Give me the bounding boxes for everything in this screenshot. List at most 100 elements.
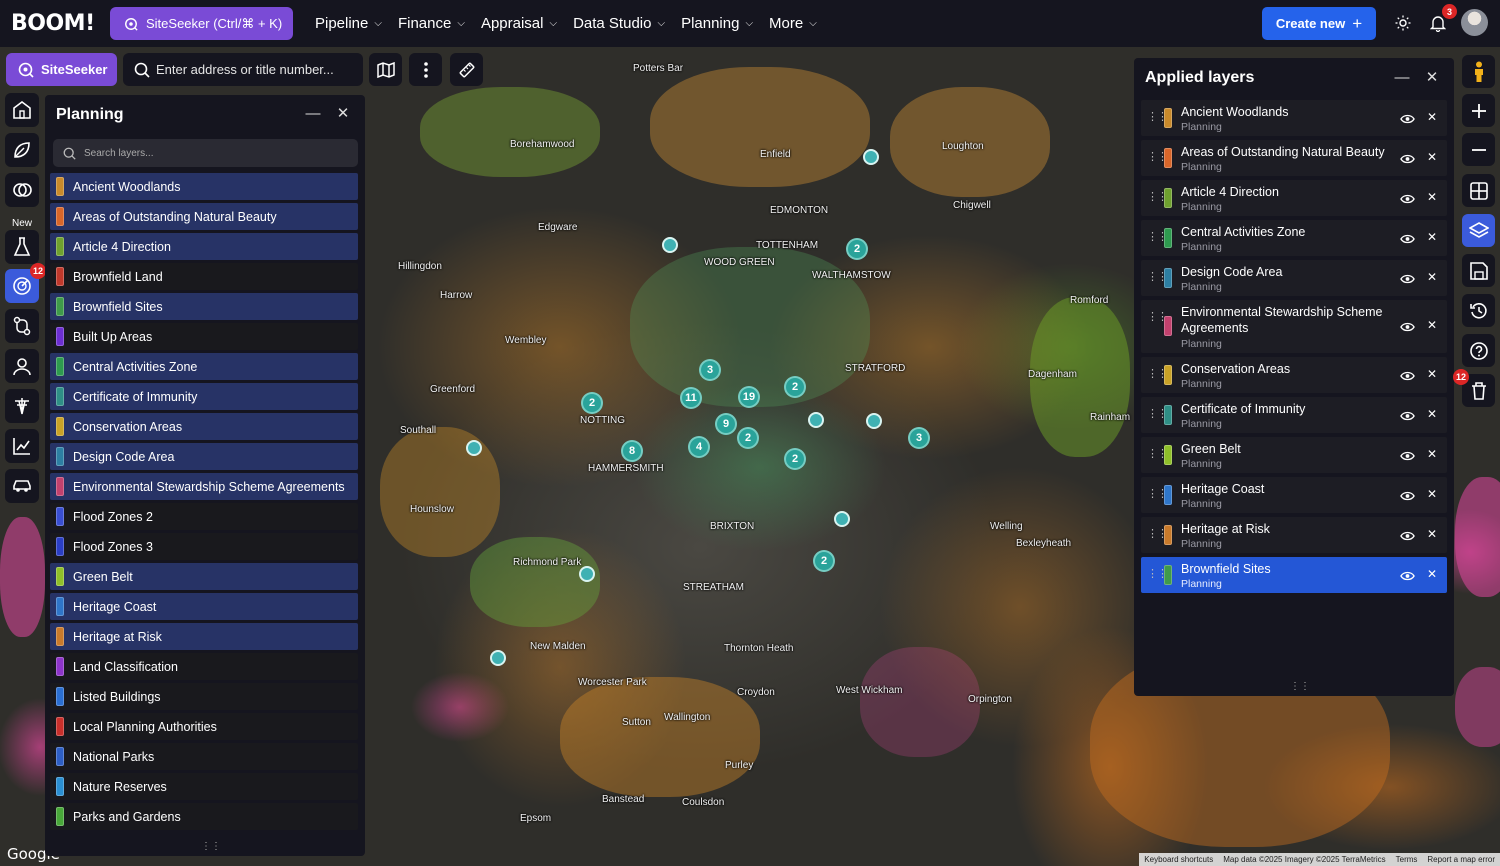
layer-row[interactable]: Land Classification <box>50 653 358 680</box>
applied-layer-row[interactable]: ⋮⋮ Green Belt Planning ✕ <box>1141 437 1447 473</box>
remove-layer-icon[interactable]: ✕ <box>1427 487 1437 501</box>
map-cluster-marker[interactable]: 9 <box>715 413 737 435</box>
report-map-error-link[interactable]: Report a map error <box>1422 855 1500 864</box>
rail-land-button[interactable] <box>5 133 39 167</box>
layer-row[interactable]: Built Up Areas <box>50 323 358 350</box>
layer-row[interactable]: Brownfield Land <box>50 263 358 290</box>
rail-transport-button[interactable] <box>5 469 39 503</box>
keyboard-shortcuts-link[interactable]: Keyboard shortcuts <box>1139 855 1218 864</box>
eye-icon[interactable] <box>1400 488 1415 506</box>
applied-layer-row[interactable]: ⋮⋮ Certificate of Immunity Planning ✕ <box>1141 397 1447 433</box>
eye-icon[interactable] <box>1400 191 1415 209</box>
eye-icon[interactable] <box>1400 528 1415 546</box>
map-pin-marker[interactable] <box>834 511 850 527</box>
layer-row[interactable]: Green Belt <box>50 563 358 590</box>
map-cluster-marker[interactable]: 4 <box>688 436 710 458</box>
applied-layer-row[interactable]: ⋮⋮ Article 4 Direction Planning ✕ <box>1141 180 1447 216</box>
close-icon[interactable]: ✕ <box>335 105 351 122</box>
zoom-in-button[interactable] <box>1462 94 1495 127</box>
layer-row[interactable]: Listed Buildings <box>50 683 358 710</box>
layer-row[interactable]: Heritage at Risk <box>50 623 358 650</box>
map-pin-marker[interactable] <box>579 566 595 582</box>
history-button[interactable] <box>1462 294 1495 327</box>
map-cluster-marker[interactable]: 2 <box>784 376 806 398</box>
layer-row[interactable]: Local Planning Authorities <box>50 713 358 740</box>
nav-appraisal[interactable]: Appraisal ⌵ <box>481 15 557 32</box>
applied-layer-row[interactable]: ⋮⋮ Heritage Coast Planning ✕ <box>1141 477 1447 513</box>
theme-toggle-sun-icon[interactable] <box>1392 12 1414 34</box>
rail-property-button[interactable] <box>5 93 39 127</box>
remove-layer-icon[interactable]: ✕ <box>1427 110 1437 124</box>
map-pin-marker[interactable] <box>863 149 879 165</box>
applied-layer-row[interactable]: ⋮⋮ Central Activities Zone Planning ✕ <box>1141 220 1447 256</box>
remove-layer-icon[interactable]: ✕ <box>1427 318 1437 332</box>
minimize-icon[interactable]: — <box>1394 69 1410 86</box>
map-pin-marker[interactable] <box>662 237 678 253</box>
map-cluster-marker[interactable]: 19 <box>738 386 760 408</box>
map-cluster-marker[interactable]: 3 <box>699 359 721 381</box>
map-pin-marker[interactable] <box>808 412 824 428</box>
layer-row[interactable]: Flood Zones 2 <box>50 503 358 530</box>
applied-layer-row[interactable]: ⋮⋮ Environmental Stewardship Scheme Agree… <box>1141 300 1447 353</box>
save-button[interactable] <box>1462 254 1495 287</box>
layer-row[interactable]: Design Code Area <box>50 443 358 470</box>
layer-row[interactable]: Flood Zones 3 <box>50 533 358 560</box>
eye-icon[interactable] <box>1400 319 1415 337</box>
minimize-icon[interactable]: — <box>305 105 321 122</box>
remove-layer-icon[interactable]: ✕ <box>1427 447 1437 461</box>
nav-finance[interactable]: Finance ⌵ <box>398 15 465 32</box>
zoom-out-button[interactable] <box>1462 133 1495 166</box>
resize-handle-icon[interactable]: ⋮⋮ <box>1290 681 1310 692</box>
eye-icon[interactable] <box>1400 448 1415 466</box>
eye-icon[interactable] <box>1400 408 1415 426</box>
layer-row[interactable]: Heritage Coast <box>50 593 358 620</box>
applied-layer-row[interactable]: ⋮⋮ Conservation Areas Planning ✕ <box>1141 357 1447 393</box>
applied-layer-row[interactable]: ⋮⋮ Ancient Woodlands Planning ✕ <box>1141 100 1447 136</box>
street-view-button[interactable] <box>1462 55 1495 88</box>
rail-analytics-button[interactable] <box>5 429 39 463</box>
map-cluster-marker[interactable]: 8 <box>621 440 643 462</box>
remove-layer-icon[interactable]: ✕ <box>1427 230 1437 244</box>
layer-row[interactable]: Environmental Stewardship Scheme Agreeme… <box>50 473 358 500</box>
map-cluster-marker[interactable]: 2 <box>581 392 603 414</box>
rail-lab-button[interactable] <box>5 230 39 264</box>
siteseeker-button[interactable]: SiteSeeker <box>6 53 117 86</box>
siteseeker-shortcut-button[interactable]: SiteSeeker (Ctrl/⌘ + K) <box>110 7 293 40</box>
layer-search-input[interactable] <box>84 147 334 159</box>
layer-row[interactable]: Central Activities Zone <box>50 353 358 380</box>
remove-layer-icon[interactable]: ✕ <box>1427 270 1437 284</box>
nav-data-studio[interactable]: Data Studio ⌵ <box>573 15 665 32</box>
applied-layer-row[interactable]: ⋮⋮ Brownfield Sites Planning ✕ <box>1141 557 1447 593</box>
nav-pipeline[interactable]: Pipeline ⌵ <box>315 15 382 32</box>
eye-icon[interactable] <box>1400 151 1415 169</box>
map-pin-marker[interactable] <box>490 650 506 666</box>
map-pin-marker[interactable] <box>466 440 482 456</box>
measure-tool-button[interactable] <box>450 53 483 86</box>
layer-row[interactable]: Areas of Outstanding Natural Beauty <box>50 203 358 230</box>
map-style-button[interactable] <box>369 53 402 86</box>
rail-owners-button[interactable] <box>5 349 39 383</box>
eye-icon[interactable] <box>1400 231 1415 249</box>
layer-row[interactable]: Parks and Gardens <box>50 803 358 830</box>
applied-layer-row[interactable]: ⋮⋮ Heritage at Risk Planning ✕ <box>1141 517 1447 553</box>
help-button[interactable] <box>1462 334 1495 367</box>
layer-row[interactable]: Ancient Woodlands <box>50 173 358 200</box>
more-options-button[interactable] <box>409 53 442 86</box>
layer-row[interactable]: Nature Reserves <box>50 773 358 800</box>
address-search-box[interactable] <box>123 53 363 86</box>
remove-layer-icon[interactable]: ✕ <box>1427 150 1437 164</box>
terms-link[interactable]: Terms <box>1391 855 1423 864</box>
layer-row[interactable]: National Parks <box>50 743 358 770</box>
eye-icon[interactable] <box>1400 111 1415 129</box>
applied-layer-row[interactable]: ⋮⋮ Design Code Area Planning ✕ <box>1141 260 1447 296</box>
grid-view-button[interactable] <box>1462 174 1495 207</box>
create-new-button[interactable]: Create new + <box>1262 7 1376 40</box>
map-pin-marker[interactable] <box>866 413 882 429</box>
applied-layer-row[interactable]: ⋮⋮ Areas of Outstanding Natural Beauty Pla… <box>1141 140 1447 176</box>
eye-icon[interactable] <box>1400 368 1415 386</box>
map-cluster-marker[interactable]: 2 <box>846 238 868 260</box>
rail-utilities-button[interactable] <box>5 389 39 423</box>
map-cluster-marker[interactable]: 3 <box>908 427 930 449</box>
remove-layer-icon[interactable]: ✕ <box>1427 367 1437 381</box>
resize-handle-icon[interactable]: ⋮⋮ <box>201 841 221 852</box>
